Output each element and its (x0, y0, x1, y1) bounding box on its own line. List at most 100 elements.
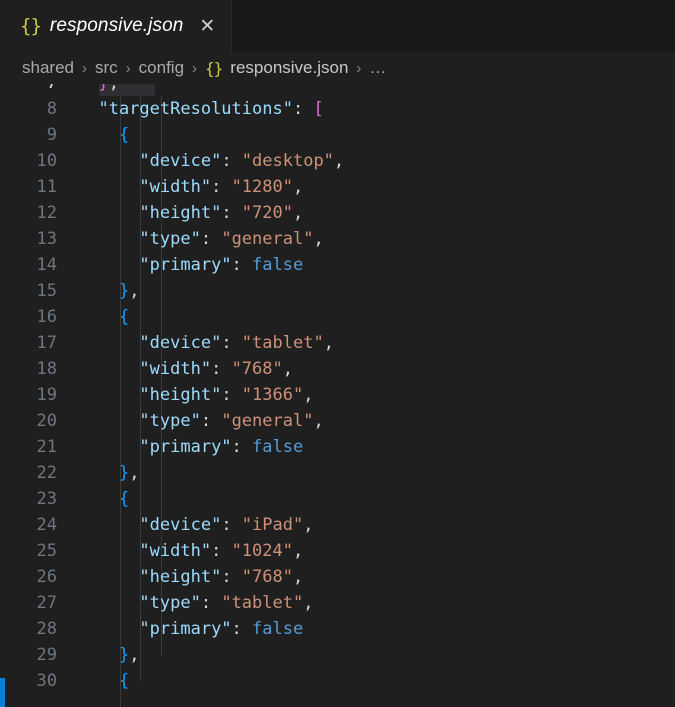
line-number: 25 (0, 541, 78, 561)
code-token: false (252, 619, 303, 639)
code-line[interactable]: 15 }, (0, 278, 675, 304)
code-line-text: "type": "general", (78, 411, 675, 431)
code-line-text: "primary": false (78, 619, 675, 639)
code-token: : (232, 437, 252, 457)
code-line[interactable]: 30 { (0, 668, 675, 694)
code-line[interactable]: 13 "type": "general", (0, 226, 675, 252)
line-number: 29 (0, 645, 78, 665)
breadcrumb-item-overflow[interactable]: … (369, 58, 386, 78)
line-number: 23 (0, 489, 78, 509)
code-token: "768" (242, 567, 293, 587)
code-line[interactable]: 27 "type": "tablet", (0, 590, 675, 616)
code-token: "1024" (232, 541, 293, 561)
code-token: { (119, 307, 129, 327)
code-line-text: "targetResolutions": [ (78, 99, 675, 119)
code-line[interactable]: 22 }, (0, 460, 675, 486)
indent-space (78, 359, 139, 379)
code-token: } (119, 645, 129, 665)
code-line-text: "device": "desktop", (78, 151, 675, 171)
code-token: "tablet" (221, 593, 303, 613)
json-braces-icon: {} (20, 15, 41, 37)
code-token: "device" (139, 333, 221, 353)
editor-tab-bar: {} responsive.json ✕ (0, 0, 675, 52)
code-line-text: "height": "1366", (78, 385, 675, 405)
code-token: "tablet" (242, 333, 324, 353)
indent-space (78, 541, 139, 561)
code-line-text: "height": "720", (78, 203, 675, 223)
indent-space (78, 619, 139, 639)
code-token: "device" (139, 515, 221, 535)
code-line[interactable]: 20 "type": "general", (0, 408, 675, 434)
code-token: , (303, 385, 313, 405)
code-line-text: "width": "1024", (78, 541, 675, 561)
code-line[interactable]: 19 "height": "1366", (0, 382, 675, 408)
code-line[interactable]: 10 "device": "desktop", (0, 148, 675, 174)
code-line[interactable]: 23 { (0, 486, 675, 512)
vscode-editor-window: {} responsive.json ✕ shared › src › conf… (0, 0, 675, 707)
indent-space (78, 99, 98, 119)
code-lines[interactable]: 7··},8 "targetResolutions": [9 {10 "devi… (0, 70, 675, 694)
code-line[interactable]: 21 "primary": false (0, 434, 675, 460)
code-line[interactable]: 16 { (0, 304, 675, 330)
code-line-text: { (78, 489, 675, 509)
code-token: "720" (242, 203, 293, 223)
code-token: , (129, 281, 139, 301)
indent-space (78, 489, 119, 509)
code-token: : (201, 593, 221, 613)
code-token: : (201, 411, 221, 431)
code-line[interactable]: 26 "height": "768", (0, 564, 675, 590)
code-token: : (221, 567, 241, 587)
indent-space (78, 151, 139, 171)
code-line[interactable]: 9 { (0, 122, 675, 148)
line-number: 22 (0, 463, 78, 483)
code-token: : (232, 255, 252, 275)
indent-space (78, 125, 119, 145)
code-token: : (293, 99, 313, 119)
code-line[interactable]: 8 "targetResolutions": [ (0, 96, 675, 122)
line-number: 11 (0, 177, 78, 197)
code-token: , (293, 203, 303, 223)
code-token: "primary" (139, 255, 231, 275)
code-token: , (313, 411, 323, 431)
code-token: : (221, 203, 241, 223)
indent-space (78, 437, 139, 457)
line-number: 27 (0, 593, 78, 613)
code-line[interactable]: 24 "device": "iPad", (0, 512, 675, 538)
indent-space (78, 255, 139, 275)
code-token: "general" (221, 411, 313, 431)
breadcrumb-item-shared[interactable]: shared (22, 58, 74, 78)
code-line-text: { (78, 671, 675, 691)
code-token: : (211, 177, 231, 197)
code-line[interactable]: 28 "primary": false (0, 616, 675, 642)
line-number: 12 (0, 203, 78, 223)
code-line[interactable]: 12 "height": "720", (0, 200, 675, 226)
code-token: , (283, 359, 293, 379)
code-editor[interactable]: 6 "mobile": "767", 7··},8 "targetResolut… (0, 70, 675, 707)
code-line[interactable]: 11 "width": "1280", (0, 174, 675, 200)
code-line[interactable]: 17 "device": "tablet", (0, 330, 675, 356)
code-token: "primary" (139, 619, 231, 639)
code-line-text: "primary": false (78, 437, 675, 457)
line-number: 14 (0, 255, 78, 275)
code-line-text: "primary": false (78, 255, 675, 275)
code-token: : (211, 359, 231, 379)
code-token: "768" (232, 359, 283, 379)
code-line[interactable]: 14 "primary": false (0, 252, 675, 278)
code-line[interactable]: 29 }, (0, 642, 675, 668)
close-icon[interactable]: ✕ (199, 17, 215, 36)
code-line-text: }, (78, 463, 675, 483)
indent-space (78, 307, 119, 327)
code-line[interactable]: 18 "width": "768", (0, 356, 675, 382)
breadcrumb-item-file[interactable]: responsive.json (230, 58, 348, 78)
code-line[interactable]: 25 "width": "1024", (0, 538, 675, 564)
code-token: : (221, 151, 241, 171)
tab-responsive-json[interactable]: {} responsive.json ✕ (0, 0, 232, 52)
line-number: 21 (0, 437, 78, 457)
code-token: { (119, 489, 129, 509)
breadcrumb-item-config[interactable]: config (139, 58, 184, 78)
code-token: "iPad" (242, 515, 303, 535)
code-token: , (313, 229, 323, 249)
breadcrumb-item-src[interactable]: src (95, 58, 118, 78)
code-token: "width" (139, 177, 211, 197)
line-number: 28 (0, 619, 78, 639)
